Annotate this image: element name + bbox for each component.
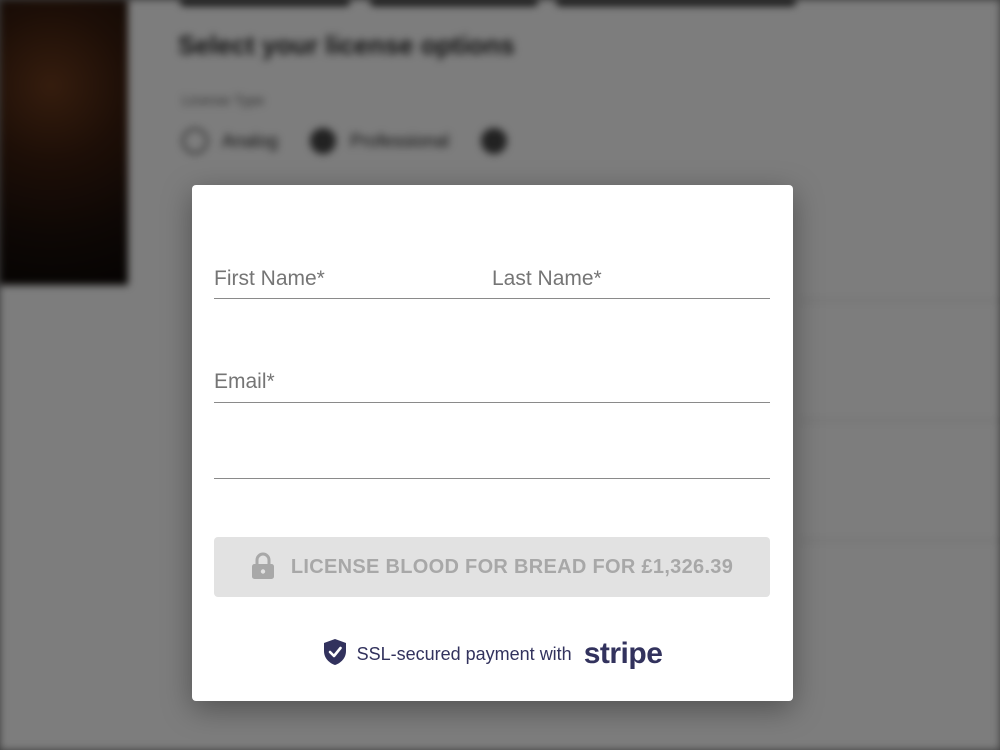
- pay-button-label: LICENSE BLOOD FOR BREAD FOR £1,326.39: [290, 555, 734, 578]
- last-name-field[interactable]: Last Name*: [492, 255, 774, 299]
- stripe-logo: stripe: [583, 637, 663, 670]
- first-name-input[interactable]: [214, 257, 496, 299]
- last-name-input[interactable]: [492, 257, 774, 299]
- ssl-text: SSL-secured payment with: [356, 643, 572, 664]
- first-name-field[interactable]: First Name*: [214, 255, 496, 299]
- license-pay-button[interactable]: LICENSE BLOOD FOR BREAD FOR £1,326.39: [214, 537, 770, 597]
- card-field[interactable]: [214, 435, 774, 479]
- card-input[interactable]: [214, 436, 774, 478]
- ssl-notice: SSL-secured payment with stripe: [192, 637, 793, 671]
- checkout-modal: First Name* Last Name* Email* LICENSE BL…: [192, 185, 793, 701]
- email-field[interactable]: Email*: [214, 359, 774, 403]
- email-input[interactable]: [214, 360, 774, 402]
- lock-icon: [251, 552, 275, 583]
- name-underline: [214, 297, 770, 299]
- shield-check-icon: [323, 638, 347, 671]
